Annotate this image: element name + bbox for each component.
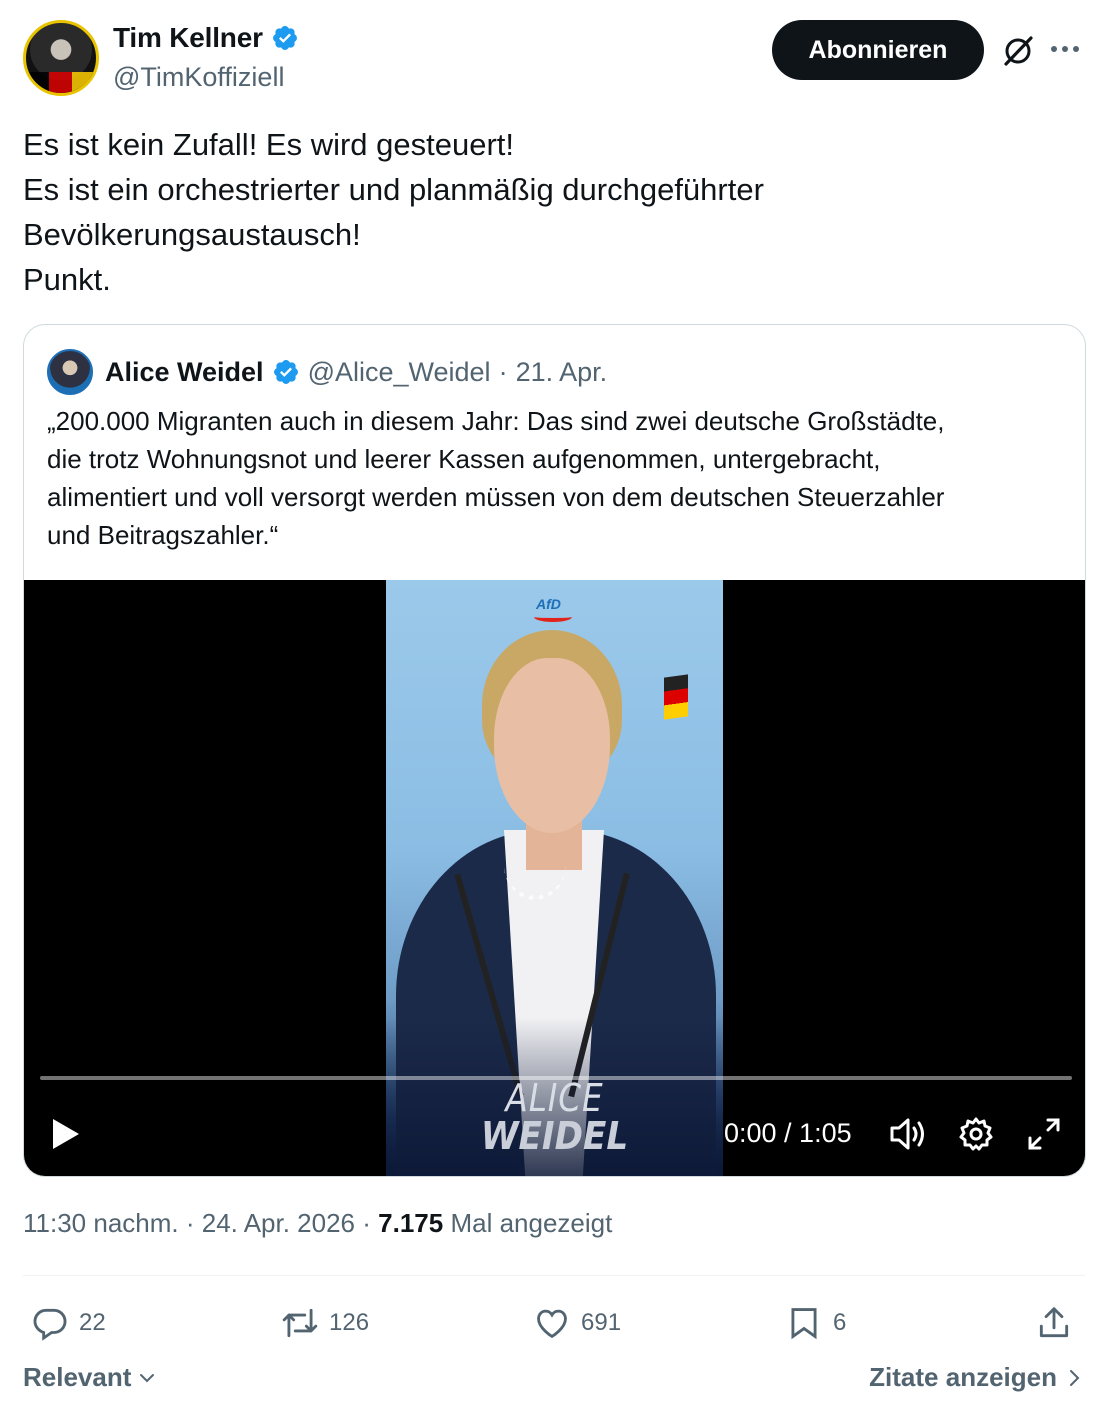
verified-badge-icon xyxy=(273,360,298,384)
follow-button[interactable]: Abonnieren xyxy=(772,20,984,80)
chevron-down-icon xyxy=(140,1373,155,1382)
flag-graphic xyxy=(664,674,688,720)
tweet-text-line: Bevölkerungsaustausch! xyxy=(23,217,361,252)
action-bar: 22 126 691 6 xyxy=(23,1298,1085,1348)
tweet-time[interactable]: 11:30 nachm. xyxy=(23,1208,179,1238)
views-label: Mal angezeigt xyxy=(450,1208,613,1238)
quoted-text-line: „200.000 Migranten auch in diesem Jahr: … xyxy=(47,406,945,436)
quotes-label: Zitate anzeigen xyxy=(869,1362,1057,1392)
more-icon[interactable] xyxy=(1051,46,1081,56)
tweet-text-line: Punkt. xyxy=(23,262,111,297)
grok-icon[interactable] xyxy=(1001,34,1035,68)
chevron-right-icon xyxy=(1070,1369,1080,1386)
separator-dot: · xyxy=(362,1208,371,1238)
views-count: 7.175 xyxy=(378,1208,444,1238)
repost-count: 126 xyxy=(329,1309,370,1336)
divider xyxy=(23,1275,1085,1276)
sort-dropdown[interactable]: Relevant xyxy=(23,1362,157,1393)
verified-badge-icon xyxy=(272,26,297,50)
tweet-meta: 11:30 nachm. · 24. Apr. 2026 · 7.175 Mal… xyxy=(23,1208,612,1239)
quoted-text-line: die trotz Wohnungsnot und leerer Kassen … xyxy=(47,444,881,474)
quoted-text-line: und Beitragszahler.“ xyxy=(47,520,279,550)
author-display-name[interactable]: Tim Kellner xyxy=(113,22,263,54)
video-progress-bar[interactable] xyxy=(40,1076,1072,1080)
pearl-necklace xyxy=(504,830,566,900)
tweet-text-line: Es ist ein orchestrierter und planmäßig … xyxy=(23,172,764,207)
volume-icon[interactable] xyxy=(889,1116,929,1152)
settings-gear-icon[interactable] xyxy=(958,1116,994,1152)
video-frame: AfD ALICE WEIDEL xyxy=(386,580,723,1176)
tweet-date[interactable]: 24. Apr. 2026 xyxy=(202,1208,355,1238)
bookmark-icon xyxy=(791,1308,817,1340)
quoted-text-line: alimentiert und voll versorgt werden müs… xyxy=(47,482,945,512)
quoted-tweet-text: „200.000 Migranten auch in diesem Jahr: … xyxy=(47,402,1067,554)
like-icon xyxy=(537,1309,567,1339)
quoted-tweet[interactable]: Alice Weidel @Alice_Weidel · 21. Apr. „2… xyxy=(23,324,1086,1177)
quoted-author-display-name[interactable]: Alice Weidel xyxy=(105,357,264,388)
author-handle[interactable]: @TimKoffiziell xyxy=(113,62,284,93)
bookmark-count: 6 xyxy=(833,1309,847,1336)
play-icon[interactable] xyxy=(51,1117,81,1151)
repost-icon xyxy=(282,1308,318,1338)
quoted-tweet-header: Alice Weidel @Alice_Weidel · 21. Apr. xyxy=(47,349,607,395)
share-icon xyxy=(1039,1307,1069,1338)
like-button[interactable]: 691 xyxy=(533,1298,621,1348)
reply-button[interactable]: 22 xyxy=(31,1298,106,1348)
repost-button[interactable]: 126 xyxy=(281,1298,369,1348)
tweet-text-line: Es ist kein Zufall! Es wird gesteuert! xyxy=(23,127,515,162)
speaker-face xyxy=(494,658,610,833)
reply-icon xyxy=(33,1308,67,1341)
separator-dot: · xyxy=(185,1208,195,1238)
afd-tv-logo: AfD xyxy=(534,596,572,622)
bookmark-button[interactable]: 6 xyxy=(785,1298,846,1348)
fullscreen-icon[interactable] xyxy=(1026,1116,1062,1152)
tweet-text: Es ist kein Zufall! Es wird gesteuert! E… xyxy=(23,122,1085,302)
reply-count: 22 xyxy=(79,1309,106,1336)
video-caption-last-name: WEIDEL xyxy=(480,1114,629,1158)
author-name-row: Tim Kellner xyxy=(113,22,299,54)
replies-footer: Relevant Zitate anzeigen xyxy=(23,1362,1085,1402)
view-quotes-link[interactable]: Zitate anzeigen xyxy=(869,1362,1083,1393)
video-player[interactable]: AfD ALICE WEIDEL 0:00 / 1:05 xyxy=(24,580,1085,1176)
quoted-tweet-date[interactable]: 21. Apr. xyxy=(516,357,608,388)
share-button[interactable] xyxy=(1035,1298,1073,1348)
separator-dot: · xyxy=(498,356,508,387)
quoted-author-handle[interactable]: @Alice_Weidel xyxy=(308,357,491,388)
video-time: 0:00 / 1:05 xyxy=(724,1118,852,1148)
sort-label: Relevant xyxy=(23,1362,132,1392)
quoted-author-avatar[interactable] xyxy=(47,349,93,395)
author-avatar[interactable] xyxy=(23,20,99,96)
tweet-header: Tim Kellner @TimKoffiziell Abonnieren xyxy=(23,20,1085,100)
like-count: 691 xyxy=(581,1309,622,1336)
